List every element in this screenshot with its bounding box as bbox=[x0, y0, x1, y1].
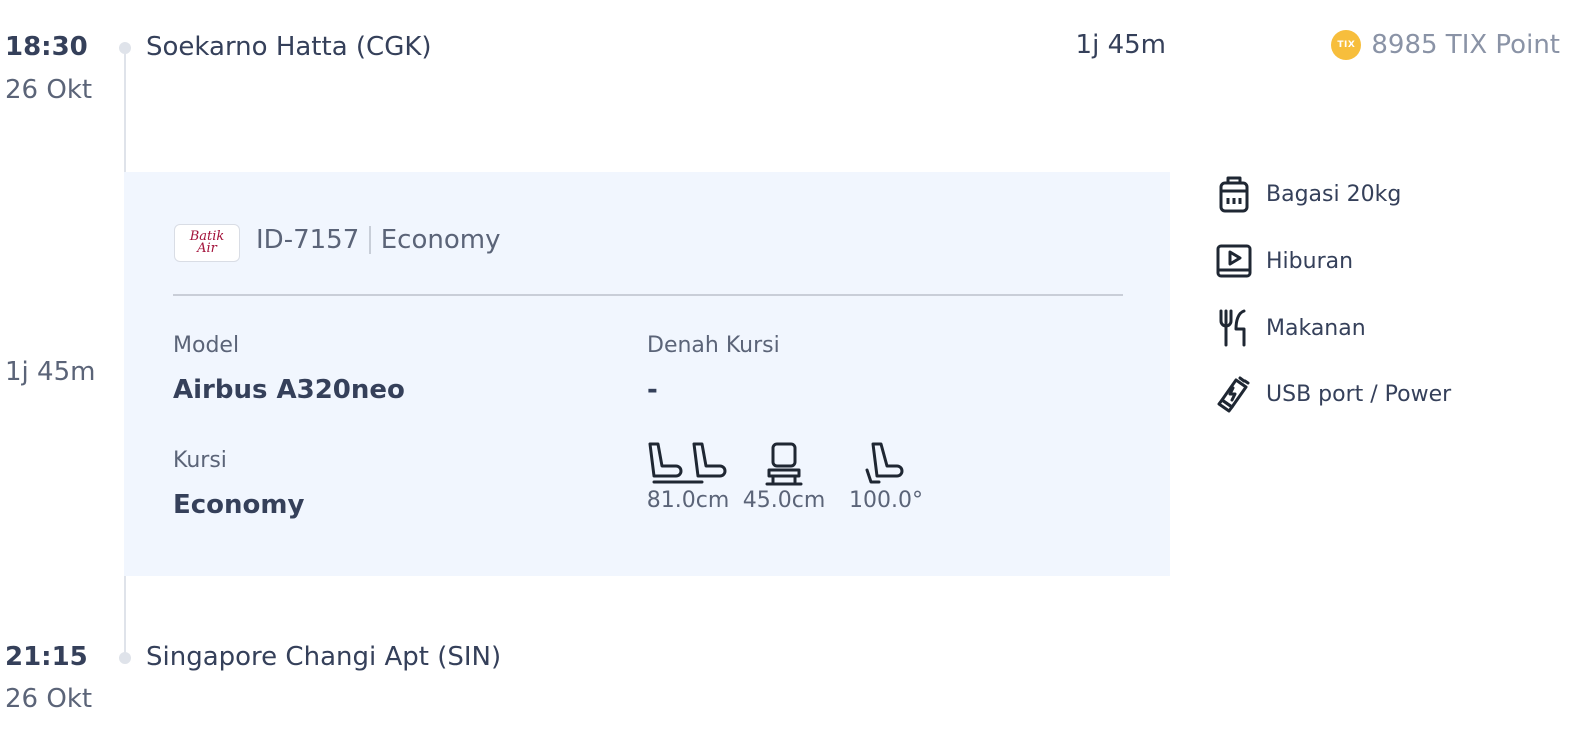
segment-duration: 1j 45m bbox=[5, 357, 96, 387]
airline-logo-text: Batik Air bbox=[189, 229, 225, 256]
amenity-label: USB port / Power bbox=[1266, 381, 1452, 407]
arrival-dot bbox=[118, 652, 131, 664]
amenity-label: Hiburan bbox=[1266, 248, 1354, 274]
amenity-entertainment: Hiburan bbox=[1216, 241, 1353, 281]
seat-recline: 100.0° bbox=[838, 440, 934, 513]
usb-power-icon bbox=[1217, 376, 1250, 413]
seat-recline-icon bbox=[865, 442, 904, 484]
separator bbox=[369, 226, 371, 254]
arrival-date: 26 Okt bbox=[5, 684, 93, 714]
seat-pitch: 81.0cm bbox=[646, 440, 730, 513]
airline-logo: Batik Air bbox=[174, 224, 240, 262]
amenity-label: Bagasi 20kg bbox=[1266, 181, 1402, 207]
amenity-usb-power: USB port / Power bbox=[1216, 374, 1451, 414]
luggage-icon bbox=[1219, 176, 1249, 213]
tix-point-label: 8985 TIX Point bbox=[1371, 30, 1560, 60]
arrival-time: 21:15 bbox=[5, 642, 88, 672]
seat-width-value: 45.0cm bbox=[742, 488, 826, 513]
entertainment-icon bbox=[1216, 244, 1252, 278]
meal-icon bbox=[1219, 309, 1246, 347]
arrival-airport: Singapore Changi Apt (SIN) bbox=[146, 642, 502, 672]
seat-specs: 81.0cm 45.0cm 100.0° bbox=[646, 440, 934, 513]
amenity-meal: Makanan bbox=[1216, 308, 1366, 348]
seat-pitch-value: 81.0cm bbox=[646, 488, 730, 513]
seat-width: 45.0cm bbox=[730, 440, 838, 513]
seat-width-icon bbox=[765, 442, 803, 486]
tix-coin-icon: TIX bbox=[1331, 30, 1362, 60]
card-divider bbox=[173, 294, 1123, 296]
flight-number: ID-7157 bbox=[256, 225, 360, 255]
flight-duration: 1j 45m bbox=[1075, 30, 1166, 60]
amenity-baggage: Bagasi 20kg bbox=[1216, 174, 1401, 214]
amenity-label: Makanan bbox=[1266, 315, 1366, 341]
seatmap-label: Denah Kursi bbox=[647, 333, 780, 358]
seat-label: Kursi bbox=[173, 448, 227, 473]
seat-recline-value: 100.0° bbox=[849, 488, 923, 513]
tix-point: TIX 8985 TIX Point bbox=[1331, 30, 1560, 60]
seatmap-value: - bbox=[647, 375, 658, 405]
seat-value: Economy bbox=[173, 490, 305, 520]
cabin-class: Economy bbox=[380, 225, 501, 255]
departure-time: 18:30 bbox=[5, 32, 88, 62]
seat-pitch-icon bbox=[648, 442, 727, 484]
model-label: Model bbox=[173, 333, 240, 358]
departure-date: 26 Okt bbox=[5, 75, 93, 105]
departure-airport: Soekarno Hatta (CGK) bbox=[146, 32, 432, 62]
flight-info: ID-7157 Economy bbox=[256, 225, 500, 255]
departure-dot bbox=[118, 42, 131, 54]
model-value: Airbus A320neo bbox=[173, 375, 405, 405]
